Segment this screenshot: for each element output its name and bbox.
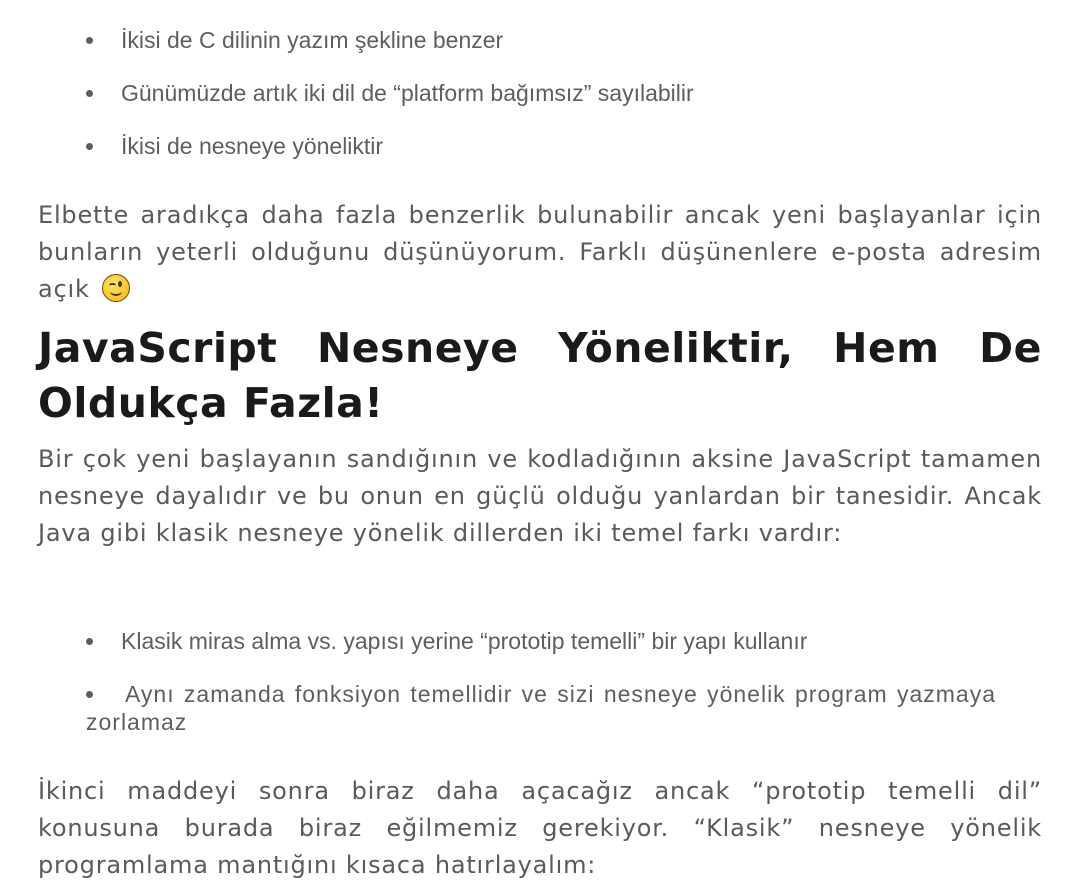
paragraph-prototype: İkinci maddeyi sonra biraz daha açacağız… bbox=[38, 777, 1042, 879]
bullet-icon bbox=[86, 90, 93, 97]
winking-face-icon bbox=[102, 274, 131, 302]
paragraph-similarities: Elbette aradıkça daha fazla benzerlik bu… bbox=[38, 197, 1042, 308]
bullet-icon bbox=[86, 143, 93, 150]
heading-line-1: JavaScript Nesneye Yöneliktir, Hem De bbox=[38, 321, 1042, 376]
list-item-text: Aynı zamanda fonksiyon temellidir ve siz… bbox=[86, 681, 996, 735]
paragraph-text: Elbette aradıkça daha fazla benzerlik bu… bbox=[38, 201, 1042, 303]
heading-line-2: Oldukça Fazla! bbox=[38, 379, 384, 427]
list-item: İkisi de nesneye yöneliktir bbox=[0, 132, 1000, 160]
list-item: Günümüzde artık iki dil de “platform bağ… bbox=[0, 79, 1000, 107]
list-item-text: İkisi de C dilinin yazım şekline benzer bbox=[121, 27, 504, 53]
heading-word: JavaScript bbox=[38, 324, 278, 372]
bullet-icon bbox=[86, 37, 93, 44]
heading-word: Nesneye bbox=[316, 324, 519, 372]
heading-word: De bbox=[979, 324, 1042, 372]
list-item: Aynı zamanda fonksiyon temellidir ve siz… bbox=[86, 680, 996, 736]
bullet-icon bbox=[86, 638, 93, 645]
paragraph-oop-intro: Bir çok yeni başlayanın sandığının ve ko… bbox=[38, 445, 1042, 547]
list-item-text: İkisi de nesneye yöneliktir bbox=[121, 133, 384, 159]
heading-word: Hem bbox=[833, 324, 940, 372]
list-item-text: Günümüzde artık iki dil de “platform bağ… bbox=[121, 80, 694, 106]
heading-word: Yöneliktir, bbox=[558, 324, 794, 372]
bullet-icon bbox=[86, 691, 93, 698]
list-item-text: Klasik miras alma vs. yapısı yerine “pro… bbox=[121, 628, 808, 654]
section-heading: JavaScript Nesneye Yöneliktir, Hem De Ol… bbox=[38, 321, 1042, 431]
